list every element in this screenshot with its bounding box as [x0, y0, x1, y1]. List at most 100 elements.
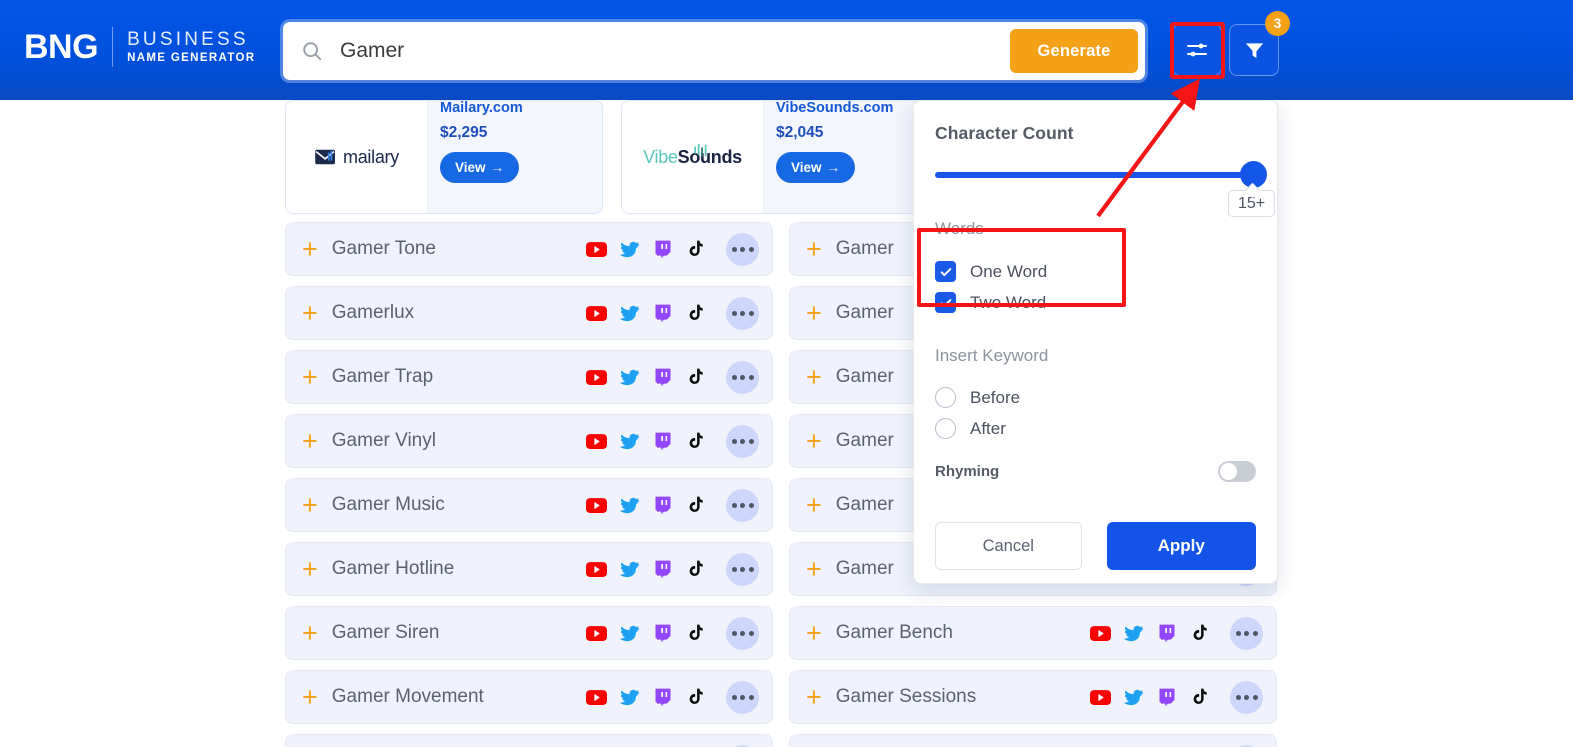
youtube-icon[interactable]: [586, 239, 607, 260]
tiktok-icon[interactable]: [685, 559, 706, 580]
plus-icon[interactable]: +: [302, 491, 318, 519]
twitter-icon[interactable]: [1123, 687, 1144, 708]
name-result-row[interactable]: + Gamer Tone: [285, 222, 773, 276]
name-result-row[interactable]: + Gamer Sessions: [789, 670, 1277, 724]
plus-icon[interactable]: +: [806, 619, 822, 647]
youtube-icon[interactable]: [586, 431, 607, 452]
name-result-row[interactable]: + Gamer Vinyl: [285, 414, 773, 468]
name-result-row[interactable]: + Gamer Bench: [789, 606, 1277, 660]
plus-icon[interactable]: +: [806, 491, 822, 519]
tiktok-icon[interactable]: [685, 623, 706, 644]
plus-icon[interactable]: +: [806, 235, 822, 263]
settings-button[interactable]: [1172, 24, 1222, 76]
search-input[interactable]: [340, 39, 1010, 63]
name-result-row[interactable]: + Gamer Siren: [285, 606, 773, 660]
slider-track[interactable]: [935, 172, 1257, 178]
twitter-icon[interactable]: [619, 239, 640, 260]
tiktok-icon[interactable]: [1189, 687, 1210, 708]
plus-icon[interactable]: +: [302, 619, 318, 647]
name-result-row[interactable]: + Gamer Music: [285, 478, 773, 532]
radio-before[interactable]: Before: [935, 382, 1256, 413]
twitch-icon[interactable]: [1156, 687, 1177, 708]
generate-button[interactable]: Generate: [1010, 29, 1138, 73]
twitch-icon[interactable]: [652, 239, 673, 260]
more-options-icon[interactable]: [726, 552, 759, 586]
plus-icon[interactable]: +: [302, 235, 318, 263]
tiktok-icon[interactable]: [1189, 623, 1210, 644]
twitter-icon[interactable]: [619, 367, 640, 388]
twitch-icon[interactable]: [652, 623, 673, 644]
domain-view-button[interactable]: View →: [440, 151, 519, 183]
name-result-row[interactable]: + Gamer Hotline: [285, 542, 773, 596]
twitch-icon[interactable]: [652, 367, 673, 388]
tiktok-icon[interactable]: [685, 431, 706, 452]
more-options-icon[interactable]: [726, 616, 759, 650]
twitch-icon[interactable]: [652, 303, 673, 324]
name-result-row[interactable]: +: [285, 734, 773, 747]
checkbox-one-word[interactable]: One Word: [935, 256, 1256, 287]
twitch-icon[interactable]: [652, 495, 673, 516]
youtube-icon[interactable]: [586, 495, 607, 516]
more-options-icon[interactable]: [1230, 680, 1263, 714]
more-options-icon[interactable]: [726, 296, 759, 330]
name-result-row[interactable]: + Gamer Movement: [285, 670, 773, 724]
twitch-icon[interactable]: [652, 687, 673, 708]
youtube-icon[interactable]: [586, 559, 607, 580]
youtube-icon[interactable]: [586, 303, 607, 324]
brand-logo[interactable]: BNG BUSINESS NAME GENERATOR: [24, 27, 255, 67]
plus-icon[interactable]: +: [302, 427, 318, 455]
more-options-icon[interactable]: [726, 360, 759, 394]
character-count-slider[interactable]: 15+: [935, 161, 1276, 217]
plus-icon[interactable]: +: [806, 427, 822, 455]
youtube-icon[interactable]: [1090, 687, 1111, 708]
domain-card[interactable]: VibeSounds VibeSounds.com $2,045 View →: [621, 100, 939, 214]
name-result-row[interactable]: + Gamer Trap: [285, 350, 773, 404]
tiktok-icon[interactable]: [685, 367, 706, 388]
checkbox-two-word[interactable]: Two Word: [935, 287, 1256, 318]
rhyming-toggle[interactable]: [1218, 460, 1256, 482]
tiktok-icon[interactable]: [685, 687, 706, 708]
cancel-button[interactable]: Cancel: [935, 522, 1082, 570]
plus-icon[interactable]: +: [806, 363, 822, 391]
name-result-row[interactable]: + Gamerlux: [285, 286, 773, 340]
plus-icon[interactable]: +: [806, 555, 822, 583]
logo-line-name-generator: NAME GENERATOR: [127, 51, 256, 64]
tiktok-icon[interactable]: [685, 303, 706, 324]
youtube-icon[interactable]: [586, 367, 607, 388]
youtube-icon[interactable]: [1090, 623, 1111, 644]
domain-card[interactable]: mailary Mailary.com $2,295 View →: [285, 100, 603, 214]
twitch-icon[interactable]: [652, 559, 673, 580]
youtube-icon[interactable]: [586, 623, 607, 644]
twitter-icon[interactable]: [619, 687, 640, 708]
youtube-icon[interactable]: [586, 687, 607, 708]
plus-icon[interactable]: +: [302, 363, 318, 391]
twitter-icon[interactable]: [619, 623, 640, 644]
more-options-icon[interactable]: [726, 424, 759, 458]
twitter-icon[interactable]: [619, 303, 640, 324]
rhyming-row: Rhyming: [935, 458, 1256, 484]
twitter-icon[interactable]: [619, 559, 640, 580]
name-result-row[interactable]: +: [789, 734, 1277, 747]
twitch-icon[interactable]: [1156, 623, 1177, 644]
radio-after[interactable]: After: [935, 413, 1256, 444]
twitch-icon[interactable]: [652, 431, 673, 452]
checkbox-checked-icon: [935, 292, 956, 313]
twitter-icon[interactable]: [619, 431, 640, 452]
plus-icon[interactable]: +: [302, 555, 318, 583]
arrow-right-icon: →: [826, 159, 841, 175]
plus-icon[interactable]: +: [806, 299, 822, 327]
more-options-icon[interactable]: [726, 232, 759, 266]
logo-wordmark: BUSINESS NAME GENERATOR: [127, 30, 255, 64]
tiktok-icon[interactable]: [685, 239, 706, 260]
more-options-icon[interactable]: [726, 680, 759, 714]
more-options-icon[interactable]: [1230, 616, 1263, 650]
plus-icon[interactable]: +: [806, 683, 822, 711]
more-options-icon[interactable]: [726, 488, 759, 522]
plus-icon[interactable]: +: [302, 299, 318, 327]
domain-view-button[interactable]: View →: [776, 151, 855, 183]
twitter-icon[interactable]: [619, 495, 640, 516]
plus-icon[interactable]: +: [302, 683, 318, 711]
twitter-icon[interactable]: [1123, 623, 1144, 644]
tiktok-icon[interactable]: [685, 495, 706, 516]
apply-button[interactable]: Apply: [1106, 522, 1256, 570]
